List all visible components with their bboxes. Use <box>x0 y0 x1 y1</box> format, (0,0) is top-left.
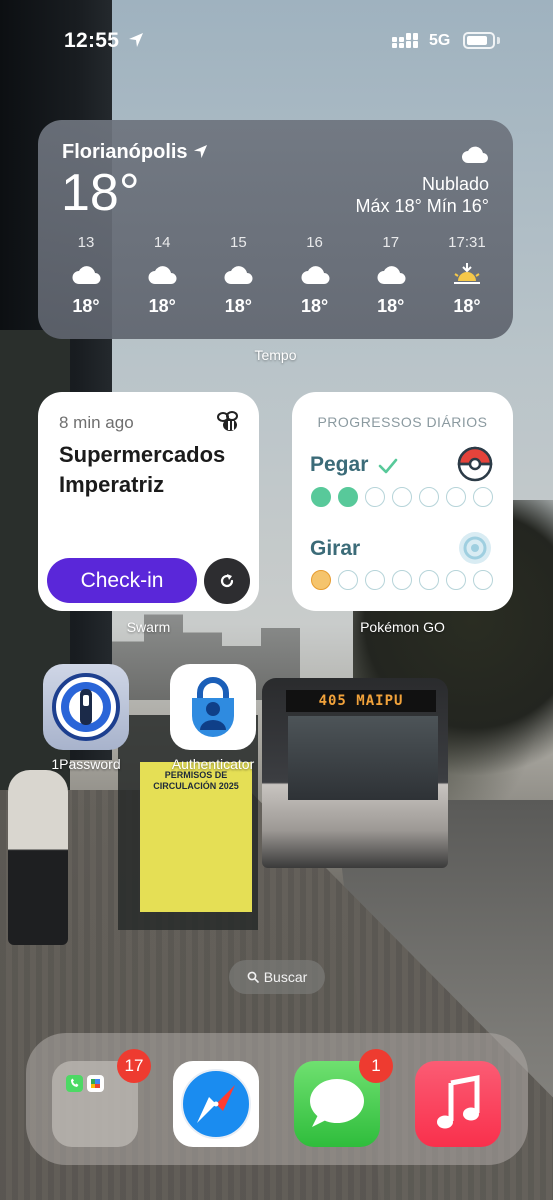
refresh-icon <box>220 574 234 588</box>
authenticator-icon <box>170 664 256 750</box>
weather-temperature: 18° <box>61 164 140 222</box>
pokestop-icon <box>459 532 491 564</box>
hourly-temp: 18° <box>453 296 481 316</box>
hourly-forecast-item: 15 18° <box>206 234 270 317</box>
catch-progress <box>311 487 493 507</box>
hourly-forecast-item: 16 18° <box>283 234 347 317</box>
progress-dot-filled <box>311 487 331 507</box>
spin-progress <box>311 570 493 590</box>
wallpaper-bus-sign: 405 MAIPU <box>286 690 436 712</box>
weather-city: Florianópolis <box>62 141 188 163</box>
wallpaper-bus-window <box>288 716 438 800</box>
folder-notification-badge: 17 <box>117 1049 151 1083</box>
hourly-time: 17 <box>382 234 400 251</box>
battery-icon <box>463 32 495 49</box>
cloud-icon <box>206 254 270 294</box>
progress-dot-empty <box>473 487 493 507</box>
messages-notification-badge: 1 <box>359 1049 393 1083</box>
progress-dot-empty <box>338 570 358 590</box>
progress-dot-empty <box>419 570 439 590</box>
search-label: Buscar <box>263 969 308 985</box>
pokemon-widget-title: PROGRESSOS DIÁRIOS <box>317 414 488 430</box>
cloud-icon <box>462 146 488 163</box>
safari-icon <box>181 1069 251 1139</box>
weather-widget[interactable]: Florianópolis 18° Nublado Máx 18° Mín 16… <box>38 120 513 339</box>
progress-dot-filled <box>311 570 331 590</box>
hourly-forecast-item: 13 18° <box>54 234 118 317</box>
hourly-time: 13 <box>77 234 95 251</box>
signal-icon <box>392 33 418 49</box>
progress-dot-empty <box>365 487 385 507</box>
check-icon <box>378 458 398 474</box>
sunset-icon <box>435 254 499 294</box>
hourly-time: 16 <box>306 234 323 251</box>
weather-widget-caption: Tempo <box>254 347 297 363</box>
hourly-temp: 18° <box>377 296 405 316</box>
wallpaper-person <box>8 770 68 945</box>
hourly-time: 15 <box>230 234 247 251</box>
swarm-time-ago: 8 min ago <box>59 413 134 432</box>
refresh-button[interactable] <box>204 558 250 604</box>
pokemon-widget-caption: Pokémon GO <box>360 619 445 635</box>
cloud-icon <box>283 254 347 294</box>
swarm-widget-caption: Swarm <box>126 619 171 635</box>
progress-dot-empty <box>392 487 412 507</box>
dock-safari[interactable] <box>173 1061 259 1147</box>
swarm-place-name: Supermercados Imperatriz <box>59 442 226 497</box>
dock-music[interactable] <box>415 1061 501 1147</box>
folder-icon <box>66 1075 104 1101</box>
hourly-time: 17:31 <box>448 234 486 251</box>
hourly-temp: 18° <box>224 296 252 316</box>
search-button[interactable]: Buscar <box>229 960 325 994</box>
music-icon <box>437 1074 480 1129</box>
pokeball-icon <box>457 446 493 482</box>
progress-dot-empty <box>473 570 493 590</box>
hourly-forecast-item: 17:31 18° <box>435 234 499 317</box>
hourly-temp: 18° <box>72 296 100 316</box>
app-label: 1Password <box>51 756 121 772</box>
status-time: 12:55 <box>64 29 120 52</box>
network-type: 5G <box>429 32 451 49</box>
hourly-forecast-item: 17 18° <box>359 234 423 317</box>
spin-label: Girar <box>310 537 361 560</box>
battery-fill <box>467 36 488 45</box>
swarm-widget[interactable]: 8 min ago Supermercados Imperatriz Check… <box>38 392 259 611</box>
wallpaper-ad: PERMISOS DE CIRCULACIÓN 2025 <box>140 762 252 912</box>
weather-high-low: Máx 18° Mín 16° <box>355 196 489 216</box>
cloud-icon <box>54 254 118 294</box>
hourly-time: 14 <box>153 234 171 251</box>
location-arrow-icon <box>129 33 143 47</box>
swarm-bee-icon <box>217 411 238 431</box>
checkin-button[interactable]: Check-in <box>47 558 197 603</box>
progress-dot-empty <box>446 570 466 590</box>
pokemon-widget[interactable]: PROGRESSOS DIÁRIOS Pegar Girar <box>292 392 513 611</box>
weather-hourly: 13 18° 14 18° 15 18° 16 18° 17 18° 17:31 18° <box>54 234 499 317</box>
app-1password[interactable]: 1Password <box>43 664 129 772</box>
progress-dot-empty <box>419 487 439 507</box>
cloud-icon <box>130 254 194 294</box>
hourly-forecast-item: 14 18° <box>130 234 194 317</box>
1password-icon <box>43 664 129 750</box>
location-arrow-icon <box>193 144 208 159</box>
weather-condition: Nublado <box>421 174 489 194</box>
battery-cap <box>497 37 500 44</box>
hourly-temp: 18° <box>148 296 176 316</box>
progress-dot-filled <box>338 487 358 507</box>
progress-dot-empty <box>392 570 412 590</box>
cloud-icon <box>359 254 423 294</box>
progress-dot-empty <box>446 487 466 507</box>
hourly-temp: 18° <box>300 296 329 316</box>
app-label: Authenticator <box>171 756 255 772</box>
catch-label: Pegar <box>310 453 369 476</box>
search-icon <box>247 971 259 983</box>
status-bar: 12:55 5G <box>0 0 553 80</box>
progress-dot-empty <box>365 570 385 590</box>
app-authenticator[interactable]: Authenticator <box>170 664 256 772</box>
